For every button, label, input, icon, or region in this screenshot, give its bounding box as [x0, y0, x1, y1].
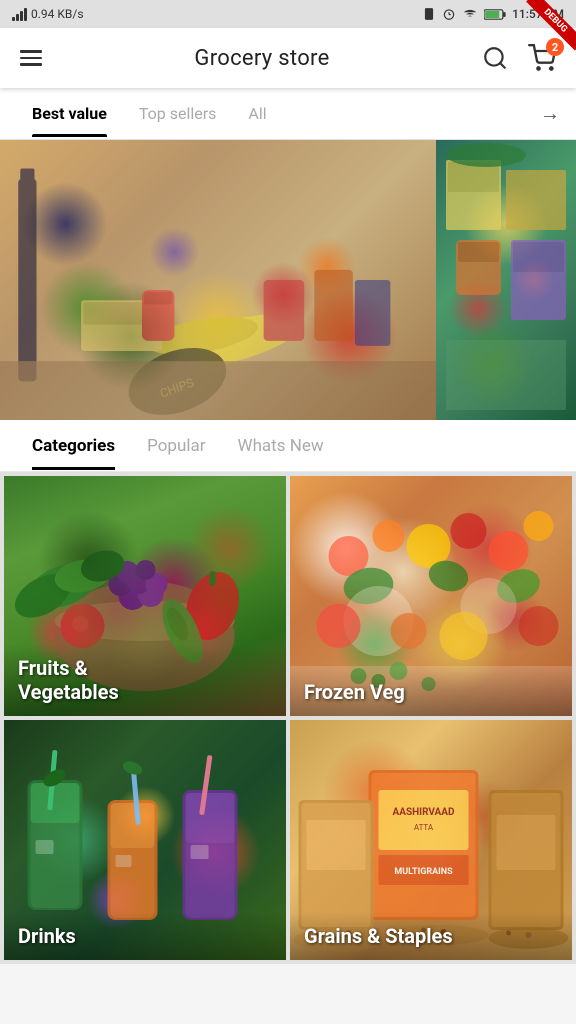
- network-speed: 0.94 KB/s: [31, 7, 84, 21]
- svg-text:MULTIGRAINS: MULTIGRAINS: [394, 867, 453, 877]
- tab-all[interactable]: All: [232, 90, 282, 137]
- tab-popular[interactable]: Popular: [131, 422, 221, 470]
- app-bar: Grocery store 2: [0, 28, 576, 88]
- category-grid: Fruits &Vegetables: [0, 472, 576, 964]
- category-tab-nav: Categories Popular Whats New: [0, 420, 576, 472]
- frozen-veg-label: Frozen Veg: [290, 668, 572, 716]
- grocery-side-visual: [436, 140, 576, 420]
- svg-text:AASHIRVAAD: AASHIRVAAD: [393, 807, 455, 818]
- wifi-icon: [462, 7, 478, 21]
- fruits-veg-label: Fruits &Vegetables: [4, 644, 286, 716]
- tab-arrow-button[interactable]: →: [540, 101, 560, 126]
- drinks-label: Drinks: [4, 912, 286, 960]
- tab-best-value[interactable]: Best value: [16, 90, 123, 137]
- tab-whats-new[interactable]: Whats New: [221, 422, 339, 470]
- hero-side-image[interactable]: [436, 140, 576, 420]
- tab-top-sellers[interactable]: Top sellers: [123, 90, 233, 137]
- menu-button[interactable]: [16, 46, 46, 70]
- tab-categories[interactable]: Categories: [16, 422, 131, 470]
- hero-section: CHIPS: [0, 140, 576, 420]
- phone-icon: [422, 7, 436, 21]
- value-tab-nav: Best value Top sellers All →: [0, 88, 576, 140]
- category-card-drinks[interactable]: Drinks: [4, 720, 286, 960]
- grocery-main-visual: CHIPS: [0, 140, 436, 420]
- category-card-frozen-veg[interactable]: Frozen Veg: [290, 476, 572, 716]
- grains-label: Grains & Staples: [290, 912, 572, 960]
- search-button[interactable]: [478, 41, 512, 75]
- battery-icon: [484, 8, 506, 21]
- category-card-fruits-veg[interactable]: Fruits &Vegetables: [4, 476, 286, 716]
- category-card-grains[interactable]: AASHIRVAAD ATTA MULTIGRAINS: [290, 720, 572, 960]
- debug-ribbon: [516, 0, 576, 60]
- status-bar: 0.94 KB/s 11:57 AM: [0, 0, 576, 28]
- svg-text:ATTA: ATTA: [414, 823, 434, 832]
- search-icon: [482, 45, 508, 71]
- hero-main-image[interactable]: CHIPS: [0, 140, 436, 420]
- app-title: Grocery store: [46, 46, 478, 71]
- alarm-icon: [442, 7, 456, 21]
- signal-icon: [12, 7, 27, 21]
